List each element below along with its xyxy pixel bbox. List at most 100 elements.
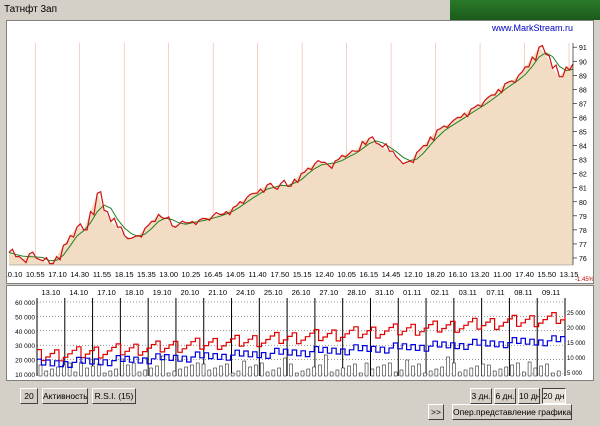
volume-bar bbox=[382, 364, 386, 377]
x-tick-label: 17.40 bbox=[515, 270, 534, 279]
volume-bar bbox=[289, 363, 293, 377]
volume-bar bbox=[184, 366, 188, 377]
volume-bar bbox=[376, 366, 380, 377]
oper-view-button[interactable]: Опер.представление графика bbox=[452, 404, 572, 420]
volume-bar bbox=[50, 368, 54, 377]
y-tick-label: 90 bbox=[579, 59, 587, 66]
left-tick-label: 40 000 bbox=[15, 329, 35, 336]
x-tick-label: 17.50 bbox=[270, 270, 289, 279]
x-tick-label: 11.55 bbox=[93, 270, 111, 279]
volume-bar bbox=[73, 371, 78, 377]
volume-chart-panel[interactable]: 13.10 14.10 17.10 18.10 19.10 20.10 21.10 24.10… bbox=[6, 285, 594, 381]
volume-bar bbox=[91, 365, 95, 377]
x-tick-label: 14.30 bbox=[70, 270, 89, 279]
volume-bar bbox=[225, 363, 229, 377]
volume-bar bbox=[236, 370, 241, 377]
price-chart-panel[interactable]: www.MarkStream.ru 91 90 89 88 87 86 85 84 83 82 81… bbox=[4, 20, 595, 284]
volume-bar bbox=[545, 363, 549, 377]
volume-bar bbox=[38, 364, 43, 377]
title-accent bbox=[450, 0, 600, 20]
x-tick-label: 15.50 bbox=[537, 270, 556, 279]
period-input[interactable]: 20 bbox=[20, 388, 38, 404]
volume-bar bbox=[434, 368, 439, 377]
date-label: 27.10 bbox=[319, 288, 338, 297]
volume-bar bbox=[452, 362, 456, 377]
volume-bar bbox=[423, 372, 427, 377]
volume-bar bbox=[67, 362, 72, 377]
date-label: 08.11 bbox=[514, 288, 532, 297]
x-tick-label: 14.05 bbox=[226, 270, 245, 279]
x-tick-label: 18.15 bbox=[115, 270, 134, 279]
date-label: 31.10 bbox=[375, 288, 394, 297]
volume-bar bbox=[178, 368, 182, 377]
x-tick-label: 12.10 bbox=[404, 270, 423, 279]
volume-bar bbox=[44, 370, 49, 377]
date-label: 02.11 bbox=[431, 288, 449, 297]
volume-bar bbox=[259, 362, 264, 377]
left-tick-label: 10 000 bbox=[15, 372, 35, 379]
volume-bar bbox=[469, 367, 474, 377]
range-10d-button[interactable]: 10 дн. bbox=[518, 388, 540, 404]
date-label: 24.10 bbox=[236, 288, 255, 297]
x-tick-label: 18.20 bbox=[426, 270, 445, 279]
y-tick-label: 85 bbox=[579, 130, 587, 137]
volume-bar bbox=[79, 361, 84, 377]
x-tick-label: 10.10 bbox=[7, 270, 22, 279]
x-tick-label: 17.10 bbox=[48, 270, 67, 279]
volume-bar bbox=[242, 360, 247, 377]
volume-bar bbox=[463, 369, 468, 377]
volume-bar bbox=[143, 369, 148, 377]
volume-bar bbox=[358, 372, 363, 377]
x-tick-label: 16.10 bbox=[448, 270, 467, 279]
date-label: 14.10 bbox=[69, 288, 88, 297]
volume-bar bbox=[265, 371, 270, 377]
x-tick-label: 13.20 bbox=[471, 270, 490, 279]
y-tick-label: 86 bbox=[579, 115, 587, 122]
volume-bar bbox=[353, 363, 357, 377]
date-label: 19.10 bbox=[153, 288, 172, 297]
date-label: 21.10 bbox=[208, 288, 227, 297]
x-tick-label: 10.05 bbox=[337, 270, 356, 279]
volume-bar bbox=[190, 364, 194, 377]
volume-chart-svg: 13.10 14.10 17.10 18.10 19.10 20.10 21.10 24.10… bbox=[15, 288, 586, 379]
date-label: 07.11 bbox=[486, 288, 504, 297]
volume-bar bbox=[492, 370, 497, 377]
volume-bar bbox=[516, 362, 520, 377]
range-3d-button[interactable]: 3 дн. bbox=[470, 388, 492, 404]
volume-bar bbox=[306, 368, 311, 377]
next-button[interactable]: >> bbox=[428, 404, 444, 420]
change-percent-label: -1.45% bbox=[575, 277, 593, 283]
y-tick-label: 81 bbox=[579, 186, 587, 193]
date-label: 13.10 bbox=[42, 288, 61, 297]
left-tick-label: 30 000 bbox=[15, 343, 35, 350]
volume-bar bbox=[527, 361, 532, 377]
volume-bar bbox=[393, 371, 398, 377]
volume-bar bbox=[551, 372, 555, 377]
x-tick-label: 14.45 bbox=[382, 270, 401, 279]
volume-bar bbox=[329, 371, 334, 377]
y-tick-label: 80 bbox=[579, 200, 587, 207]
activity-button[interactable]: Активность bbox=[42, 388, 88, 404]
volume-bar bbox=[195, 362, 200, 377]
range-6d-button[interactable]: 6 дн. bbox=[494, 388, 516, 404]
x-tick-label: 10.25 bbox=[182, 270, 201, 279]
volume-bar bbox=[405, 359, 410, 377]
date-label: 28.10 bbox=[347, 288, 366, 297]
volume-bar bbox=[172, 370, 177, 377]
volume-bar bbox=[457, 371, 462, 377]
x-tick-label: 15.35 bbox=[137, 270, 156, 279]
volume-bar bbox=[102, 372, 107, 377]
date-label: 01.11 bbox=[403, 288, 421, 297]
volume-bar bbox=[539, 365, 543, 377]
rsi-button[interactable]: R.S.I. (15) bbox=[92, 388, 136, 404]
volume-bar bbox=[248, 366, 252, 377]
volume-bar bbox=[364, 362, 369, 377]
y-tick-label: 87 bbox=[579, 101, 587, 108]
volume-bar bbox=[487, 364, 491, 377]
y-tick-label: 76 bbox=[579, 256, 587, 263]
range-20d-button[interactable]: 20 дн. bbox=[542, 388, 566, 404]
volume-bar bbox=[370, 368, 375, 377]
volume-bar bbox=[149, 367, 153, 377]
volume-bar bbox=[475, 365, 479, 377]
y-tick-label: 84 bbox=[579, 144, 587, 151]
